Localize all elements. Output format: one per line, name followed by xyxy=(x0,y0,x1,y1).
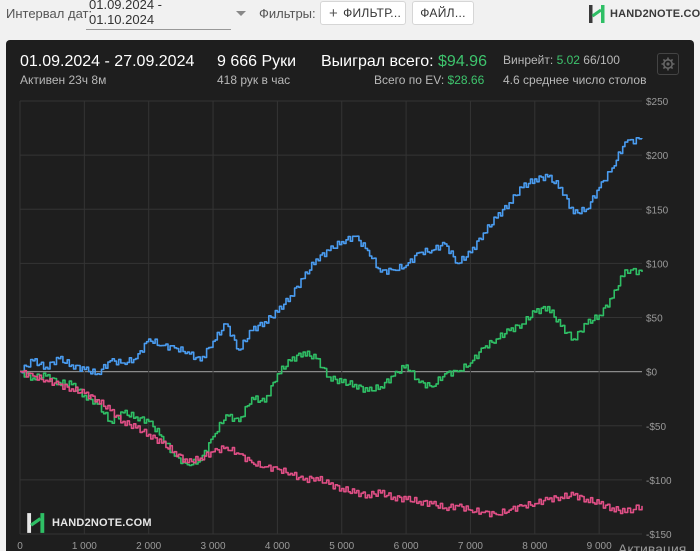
y-tick-label: -$150 xyxy=(646,530,672,541)
x-tick-label: 8 000 xyxy=(522,541,547,551)
hand2note-logo: HAND2NOTE.COM xyxy=(588,4,700,24)
chevron-down-icon xyxy=(236,10,246,16)
date-interval-select[interactable]: 01.09.2024 - 01.10.2024 xyxy=(86,0,246,30)
filter-button[interactable]: + ФИЛЬТР... xyxy=(320,1,406,25)
x-tick-label: 3 000 xyxy=(201,541,226,551)
x-tick-label: 5 000 xyxy=(329,541,354,551)
y-tick-label: $0 xyxy=(646,368,658,379)
y-tick-label: $200 xyxy=(646,151,669,162)
y-tick-label: $150 xyxy=(646,205,669,216)
y-tick-label: $50 xyxy=(646,314,663,325)
y-tick-label: -$50 xyxy=(646,422,666,433)
y-tick-label: -$100 xyxy=(646,476,672,487)
logo-h-icon xyxy=(589,5,605,23)
interval-label: Интервал дат: xyxy=(6,6,93,21)
x-tick-label: 6 000 xyxy=(394,541,419,551)
plus-icon: + xyxy=(329,4,339,22)
series-line-green xyxy=(20,267,643,467)
series-line-pink xyxy=(20,369,643,518)
filters-label: Фильтры: xyxy=(259,6,316,21)
date-interval-value: 01.09.2024 - 01.10.2024 xyxy=(86,0,231,30)
profit-chart: $250 $200 $150 $100 $50 $0 -$50 -$100 -$150 0 1 00… xyxy=(17,97,686,551)
y-tick-label: $250 xyxy=(646,97,669,108)
x-tick-label: 9 000 xyxy=(587,541,612,551)
y-tick-label: $100 xyxy=(646,259,669,270)
x-tick-label: 1 000 xyxy=(72,541,97,551)
file-button[interactable]: ФАЙЛ... xyxy=(412,1,474,25)
series-line-blue xyxy=(20,137,643,376)
logo-text: HAND2NOTE.COM xyxy=(610,8,700,20)
watermark-text: HAND2NOTE.COM xyxy=(52,517,152,529)
top-toolbar: Интервал дат: 01.09.2024 - 01.10.2024 Фи… xyxy=(0,0,700,38)
watermark: HAND2NOTE.COM xyxy=(26,512,152,534)
x-axis-label: Активация xyxy=(618,541,686,551)
graph-panel: 01.09.2024 - 27.09.2024 Активен 23ч 8м 9… xyxy=(6,40,694,551)
file-button-label: ФАЙЛ... xyxy=(420,6,466,20)
x-tick-label: 0 xyxy=(17,541,23,551)
x-tick-label: 2 000 xyxy=(136,541,161,551)
filter-button-label: ФИЛЬТР... xyxy=(343,6,402,20)
x-tick-label: 7 000 xyxy=(458,541,483,551)
x-tick-label: 4 000 xyxy=(265,541,290,551)
watermark-logo-icon xyxy=(27,513,45,533)
